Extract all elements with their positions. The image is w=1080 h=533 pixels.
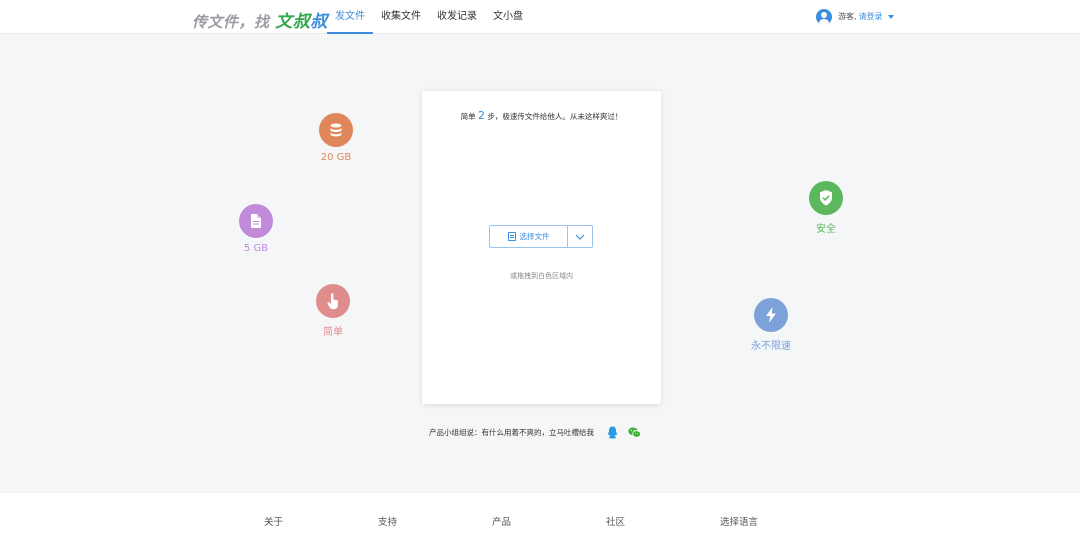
nav-history[interactable]: 收发记录 — [429, 0, 485, 34]
feature-file-size: 5 GB — [226, 204, 286, 254]
feature-storage-label: 20 GB — [320, 152, 352, 163]
top-header: 传文件，找 文叔叔 发文件 收集文件 收发记录 文小盘 游客, 请登录 — [0, 0, 1080, 34]
feature-simple: 简单 — [303, 284, 363, 338]
tagline-suffix: 步，极速传文件给他人。从未这样爽过！ — [487, 112, 623, 121]
select-file-label: 选择文件 — [519, 232, 550, 241]
feature-storage: 20 GB — [306, 113, 366, 163]
avatar-icon[interactable] — [816, 8, 832, 25]
user-menu[interactable]: 游客, 请登录 — [816, 8, 894, 25]
logo-brand-green: 文叔 — [275, 12, 311, 32]
guest-label: 游客, — [838, 12, 857, 21]
upload-drop-area[interactable]: 简单 2 步，极速传文件给他人。从未这样爽过！ 选择文件 或拖拽到白色区域内 — [422, 91, 661, 404]
hand-pointer-icon — [316, 284, 350, 318]
feature-speed: 永不限速 — [741, 298, 801, 352]
footer-link-products[interactable]: 产品 — [492, 514, 511, 528]
select-file-control: 选择文件 — [489, 225, 593, 248]
qq-icon[interactable] — [607, 426, 618, 439]
feature-secure-label: 安全 — [816, 224, 836, 235]
feedback-bar: 产品小组组说：有什么用着不爽的，立马吐槽给我 — [429, 424, 641, 440]
logo-slogan: 传文件，找 — [192, 13, 270, 31]
wechat-icon[interactable] — [628, 427, 641, 438]
nav-send-files[interactable]: 发文件 — [327, 0, 373, 34]
shield-check-icon — [809, 181, 843, 215]
footer-link-language[interactable]: 选择语言 — [720, 514, 758, 528]
feedback-text: 产品小组组说：有什么用着不爽的，立马吐槽给我 — [429, 427, 594, 437]
chevron-down-icon — [575, 234, 585, 240]
feature-file-size-label: 5 GB — [243, 243, 269, 254]
feature-secure: 安全 — [796, 181, 856, 235]
login-link[interactable]: 请登录 — [859, 11, 883, 22]
site-logo[interactable]: 传文件，找 文叔叔 — [192, 7, 328, 32]
caret-down-icon[interactable] — [887, 14, 894, 19]
file-icon — [507, 232, 516, 241]
drag-drop-hint: 或拖拽到白色区域内 — [510, 272, 573, 280]
footer-link-about[interactable]: 关于 — [264, 514, 283, 528]
database-icon — [319, 113, 353, 147]
tagline-steps-number: 2 — [478, 109, 485, 122]
select-options-dropdown[interactable] — [568, 226, 592, 247]
select-file-button[interactable]: 选择文件 — [490, 226, 568, 247]
main-nav: 发文件 收集文件 收发记录 文小盘 — [327, 0, 531, 34]
feature-simple-label: 简单 — [323, 327, 343, 338]
feature-speed-label: 永不限速 — [751, 341, 791, 352]
card-tagline: 简单 2 步，极速传文件给他人。从未这样爽过！ — [422, 109, 661, 122]
lightning-icon — [754, 298, 788, 332]
page-footer: 关于 支持 产品 社区 选择语言 — [0, 492, 1080, 533]
nav-collect-files[interactable]: 收集文件 — [373, 0, 429, 34]
tagline-prefix: 简单 — [460, 112, 476, 121]
logo-brand-blue: 叔 — [310, 12, 328, 32]
footer-link-community[interactable]: 社区 — [606, 514, 625, 528]
nav-mini-disk[interactable]: 文小盘 — [485, 0, 531, 34]
footer-link-support[interactable]: 支持 — [378, 514, 397, 528]
document-icon — [239, 204, 273, 238]
